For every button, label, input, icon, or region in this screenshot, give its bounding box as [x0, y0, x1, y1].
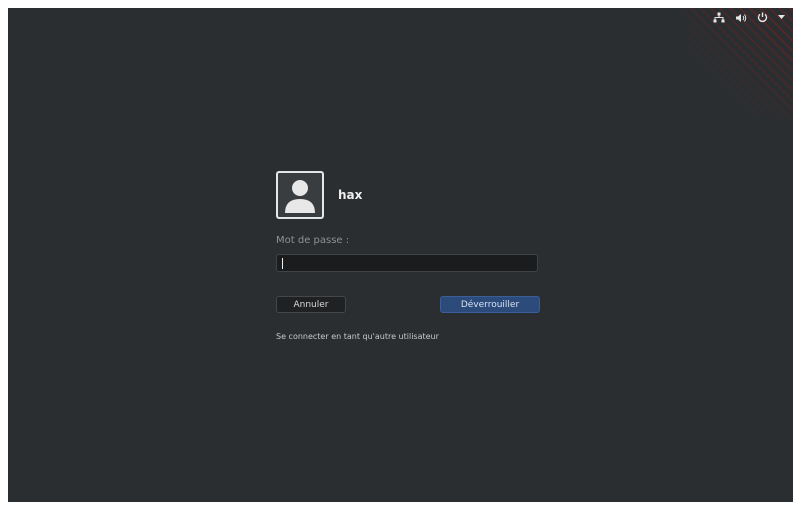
- volume-icon[interactable]: [735, 13, 747, 23]
- chevron-down-icon[interactable]: [778, 15, 785, 20]
- password-field[interactable]: [276, 254, 538, 272]
- login-dialog: hax Mot de passe : Annuler Déverrouiller…: [276, 171, 540, 341]
- button-row: Annuler Déverrouiller: [276, 296, 540, 313]
- user-icon: [285, 180, 315, 213]
- username: hax: [338, 188, 363, 202]
- password-input[interactable]: [281, 256, 531, 270]
- network-icon[interactable]: [713, 12, 725, 23]
- switch-user-link[interactable]: Se connecter en tant qu'autre utilisateu…: [276, 332, 540, 341]
- avatar: [276, 171, 324, 219]
- lock-screen: hax Mot de passe : Annuler Déverrouiller…: [8, 8, 793, 502]
- system-tray: [713, 12, 785, 23]
- password-label: Mot de passe :: [276, 235, 350, 246]
- user-row: hax: [276, 171, 540, 219]
- text-caret: [282, 258, 283, 269]
- cancel-button[interactable]: Annuler: [276, 296, 346, 313]
- unlock-button[interactable]: Déverrouiller: [440, 296, 540, 313]
- power-icon[interactable]: [757, 12, 768, 23]
- background-stripes: [683, 8, 793, 118]
